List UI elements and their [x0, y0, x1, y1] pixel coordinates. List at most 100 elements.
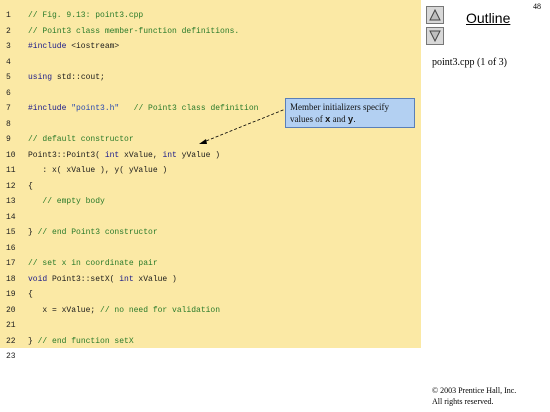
code-text: // Point3 class member-function definiti… — [28, 24, 239, 39]
code-token: { — [28, 290, 33, 299]
code-token: void — [28, 274, 48, 284]
code-line: 22} // end function setX — [0, 334, 421, 349]
code-token: // set x in coordinate pair — [28, 259, 158, 268]
code-line: 9 // default constructor — [0, 132, 421, 147]
line-number: 7 — [6, 104, 11, 113]
code-token: yValue ) — [176, 150, 221, 160]
code-text: { — [28, 179, 33, 194]
code-token: // Point3 class member-function definiti… — [28, 26, 240, 36]
file-label: point3.cpp (1 of 3) — [432, 57, 507, 68]
callout-box: Member initializers specify values of x … — [285, 98, 415, 128]
code-token: int — [162, 150, 177, 160]
code-token: std::cout; — [52, 73, 105, 82]
code-token: <iostream> — [66, 42, 120, 51]
code-line: 11 : x( xValue ), y( yValue ) — [0, 163, 421, 178]
code-line: 19 { — [0, 287, 421, 302]
code-text: #include <iostream> — [28, 39, 119, 54]
line-number: 15 — [6, 228, 16, 237]
code-line: 1 // Fig. 9.13: point3.cpp — [0, 8, 421, 23]
code-text: // Fig. 9.13: point3.cpp — [28, 8, 143, 23]
line-number: 1 — [6, 11, 11, 20]
line-number: 14 — [6, 212, 16, 222]
code-line: 17 // set x in coordinate pair — [0, 256, 421, 271]
page-number: 48 — [533, 2, 541, 11]
code-text: { — [28, 287, 33, 302]
line-number: 8 — [6, 119, 11, 129]
code-line: 14 — [0, 210, 421, 225]
previous-slide-button[interactable] — [426, 6, 444, 24]
line-number: 10 — [6, 150, 16, 160]
code-line: 10 Point3::Point3( int xValue, int yValue… — [0, 148, 421, 163]
code-token: // default constructor — [28, 135, 134, 144]
code-text: : x( xValue ), y( yValue ) — [28, 163, 167, 178]
code-token: #include — [28, 42, 67, 51]
code-token: using — [28, 73, 53, 82]
code-token: // no need for validation — [100, 305, 221, 315]
code-token: xValue, — [119, 150, 163, 160]
code-text: // empty body — [28, 194, 105, 209]
callout-text-suffix: . — [353, 114, 356, 124]
code-line: 18 void Point3::setX( int xValue ) — [0, 272, 421, 287]
code-line: 15} // end Point3 constructor — [0, 225, 421, 240]
code-line: 3 #include <iostream> — [0, 39, 421, 54]
up-triangle-icon — [429, 9, 441, 21]
callout-text-middle: and — [330, 114, 348, 124]
code-token: xValue ) — [133, 274, 177, 284]
down-triangle-icon — [429, 30, 441, 42]
code-text: } // end function setX — [28, 334, 134, 349]
line-number: 19 — [6, 290, 16, 299]
line-number: 12 — [6, 181, 16, 191]
code-line: 20 x = xValue; // no need for validation — [0, 303, 421, 318]
code-token: int — [104, 150, 120, 160]
line-number: 18 — [6, 274, 16, 284]
copyright-line-1: © 2003 Prentice Hall, Inc. — [432, 386, 517, 395]
line-number: 11 — [6, 166, 16, 175]
copyright-notice: © 2003 Prentice Hall, Inc. All rights re… — [432, 385, 516, 407]
outline-title[interactable]: Outline — [466, 10, 510, 26]
line-number: 20 — [6, 305, 16, 315]
line-number: 17 — [6, 259, 16, 268]
next-slide-button[interactable] — [426, 27, 444, 45]
code-line: 5 using std::cout; — [0, 70, 421, 85]
code-text: using std::cout; — [28, 70, 105, 85]
code-token: } — [28, 228, 38, 237]
code-token: #include — [28, 104, 67, 113]
line-number: 9 — [6, 135, 11, 144]
code-token: } — [28, 336, 38, 346]
code-token: : x( xValue ), y( yValue ) — [28, 166, 168, 175]
line-number: 16 — [6, 243, 16, 253]
code-text: // set x in coordinate pair — [28, 256, 158, 271]
line-number: 6 — [6, 88, 11, 98]
code-text: Point3::Point3( int xValue, int yValue ) — [28, 148, 220, 163]
code-line: 23 — [0, 349, 421, 364]
line-number: 21 — [6, 321, 16, 330]
code-token: x = xValue; — [28, 305, 101, 315]
code-text: #include "point3.h" // Point3 class defi… — [28, 101, 258, 116]
code-token: { — [28, 181, 33, 191]
code-line: 21 — [0, 318, 421, 333]
code-text: void Point3::setX( int xValue ) — [28, 272, 177, 287]
code-token: int — [119, 274, 134, 284]
code-panel: 1 // Fig. 9.13: point3.cpp 2 // Point3 clas… — [0, 0, 421, 361]
code-token: "point3.h" — [71, 104, 120, 113]
code-text: // default constructor — [28, 132, 134, 147]
line-number: 13 — [6, 197, 16, 206]
code-line: 12 { — [0, 179, 421, 194]
code-token: // end Point3 constructor — [37, 228, 158, 237]
line-number: 4 — [6, 57, 11, 67]
code-line: 16 — [0, 241, 421, 256]
code-text: x = xValue; // no need for validation — [28, 303, 220, 318]
line-number: 3 — [6, 42, 11, 51]
code-line: 2 // Point3 class member-function definit… — [0, 24, 421, 39]
code-token: Point3::Point3( — [28, 150, 105, 160]
line-number: 5 — [6, 73, 11, 82]
code-token: // end function setX — [37, 336, 134, 346]
code-line: 13 // empty body — [0, 194, 421, 209]
code-token: // Point3 class definition — [119, 104, 259, 113]
code-text: } // end Point3 constructor — [28, 225, 158, 240]
copyright-line-2: All rights reserved. — [432, 397, 494, 406]
line-number: 23 — [6, 352, 16, 361]
line-number: 22 — [6, 336, 16, 346]
code-token: // empty body — [28, 197, 105, 206]
line-number: 2 — [6, 26, 11, 36]
